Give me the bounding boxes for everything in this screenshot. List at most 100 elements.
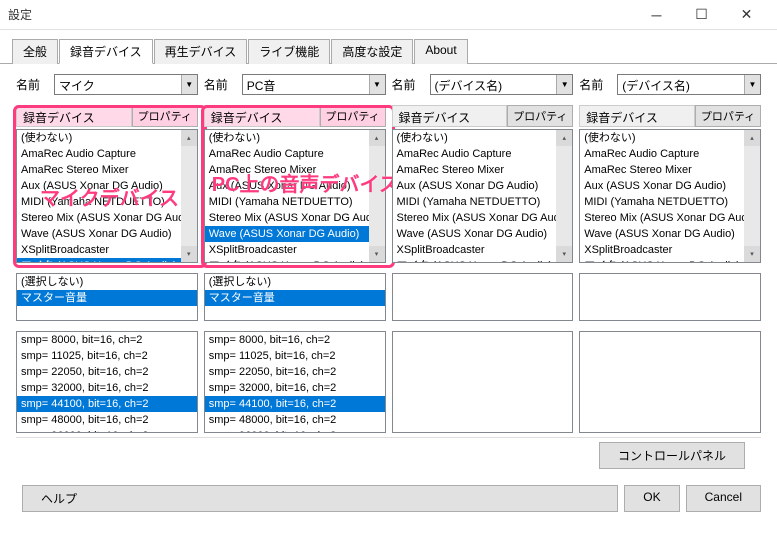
list-item[interactable]: MIDI (Yamaha NETDUETTO) [205,194,369,210]
sub-list[interactable]: (選択しない)マスター音量 [16,273,198,321]
scrollbar[interactable]: ▴▾ [744,130,760,262]
list-item[interactable]: マイク (ASUS Xonar DG Audio) [17,258,181,262]
list-item[interactable]: smp= 8000, bit=16, ch=2 [17,332,197,348]
list-item[interactable]: Wave (ASUS Xonar DG Audio) [17,226,181,242]
scroll-track[interactable] [181,146,197,246]
scroll-up-icon[interactable]: ▴ [744,130,760,146]
device-name-combo[interactable]: (デバイス名)▼ [617,74,761,95]
list-item[interactable]: マイク (ASUS Xonar DG Audio) [205,258,369,262]
scroll-down-icon[interactable]: ▾ [181,246,197,262]
scroll-track[interactable] [556,146,572,246]
list-item[interactable]: (選択しない) [205,274,385,290]
list-item[interactable]: MIDI (Yamaha NETDUETTO) [580,194,744,210]
help-button[interactable]: ヘルプ [22,485,618,512]
list-item[interactable]: smp= 22050, bit=16, ch=2 [205,364,385,380]
list-item[interactable]: Stereo Mix (ASUS Xonar DG Audio) [580,210,744,226]
control-panel-button[interactable]: コントロールパネル [599,442,745,469]
format-list[interactable] [579,331,761,433]
list-item[interactable]: XSplitBroadcaster [393,242,557,258]
list-item[interactable]: MIDI (Yamaha NETDUETTO) [393,194,557,210]
list-item[interactable]: Aux (ASUS Xonar DG Audio) [393,178,557,194]
tab-4[interactable]: 高度な設定 [331,39,413,64]
list-item[interactable]: AmaRec Stereo Mixer [205,162,369,178]
list-item[interactable]: smp= 96000, bit=16, ch=2 [205,428,385,432]
scrollbar[interactable]: ▴▾ [556,130,572,262]
list-item[interactable]: smp= 32000, bit=16, ch=2 [17,380,197,396]
sub-list[interactable] [579,273,761,321]
properties-button[interactable]: プロパティ [132,105,198,127]
list-item[interactable]: AmaRec Audio Capture [205,146,369,162]
list-item[interactable]: smp= 48000, bit=16, ch=2 [17,412,197,428]
list-item[interactable]: マスター音量 [17,290,197,306]
scrollbar[interactable]: ▴▾ [181,130,197,262]
scroll-track[interactable] [369,146,385,246]
scroll-down-icon[interactable]: ▾ [556,246,572,262]
tab-2[interactable]: 再生デバイス [154,39,248,64]
device-name-combo[interactable]: (デバイス名)▼ [430,74,574,95]
device-name-combo[interactable]: マイク▼ [54,74,198,95]
format-list[interactable]: smp= 8000, bit=16, ch=2smp= 11025, bit=1… [204,331,386,433]
list-item[interactable]: Aux (ASUS Xonar DG Audio) [17,178,181,194]
list-item[interactable]: XSplitBroadcaster [205,242,369,258]
list-item[interactable]: Aux (ASUS Xonar DG Audio) [205,178,369,194]
format-list[interactable]: smp= 8000, bit=16, ch=2smp= 11025, bit=1… [16,331,198,433]
list-item[interactable]: smp= 22050, bit=16, ch=2 [17,364,197,380]
tab-3[interactable]: ライブ機能 [248,39,330,64]
scroll-track[interactable] [744,146,760,246]
list-item[interactable]: (使わない) [17,130,181,146]
list-item[interactable]: Wave (ASUS Xonar DG Audio) [580,226,744,242]
minimize-button[interactable]: ─ [634,1,679,29]
list-item[interactable]: (選択しない) [17,274,197,290]
list-item[interactable]: Wave (ASUS Xonar DG Audio) [205,226,369,242]
tab-5[interactable]: About [414,39,467,64]
properties-button[interactable]: プロパティ [695,105,761,127]
scroll-up-icon[interactable]: ▴ [369,130,385,146]
scrollbar[interactable]: ▴▾ [369,130,385,262]
list-item[interactable]: (使わない) [393,130,557,146]
list-item[interactable]: マスター音量 [205,290,385,306]
ok-button[interactable]: OK [624,485,679,512]
list-item[interactable]: Stereo Mix (ASUS Xonar DG Audio) [393,210,557,226]
list-item[interactable]: smp= 11025, bit=16, ch=2 [205,348,385,364]
list-item[interactable]: smp= 11025, bit=16, ch=2 [17,348,197,364]
list-item[interactable]: (使わない) [580,130,744,146]
list-item[interactable]: XSplitBroadcaster [580,242,744,258]
properties-button[interactable]: プロパティ [507,105,573,127]
list-item[interactable]: smp= 96000, bit=16, ch=2 [17,428,197,432]
list-item[interactable]: smp= 44100, bit=16, ch=2 [205,396,385,412]
list-item[interactable]: マイク (ASUS Xonar DG Audio) [393,258,557,262]
list-item[interactable]: smp= 32000, bit=16, ch=2 [205,380,385,396]
scroll-up-icon[interactable]: ▴ [556,130,572,146]
list-item[interactable]: MIDI (Yamaha NETDUETTO) [17,194,181,210]
device-list[interactable]: (使わない)AmaRec Audio CaptureAmaRec Stereo … [392,129,574,263]
list-item[interactable]: AmaRec Audio Capture [393,146,557,162]
list-item[interactable]: Stereo Mix (ASUS Xonar DG Audio) [17,210,181,226]
list-item[interactable]: Stereo Mix (ASUS Xonar DG Audio) [205,210,369,226]
sub-list[interactable]: (選択しない)マスター音量 [204,273,386,321]
list-item[interactable]: Wave (ASUS Xonar DG Audio) [393,226,557,242]
device-name-combo[interactable]: PC音▼ [242,74,386,95]
list-item[interactable]: AmaRec Stereo Mixer [17,162,181,178]
scroll-down-icon[interactable]: ▾ [369,246,385,262]
device-list[interactable]: (使わない)AmaRec Audio CaptureAmaRec Stereo … [204,129,386,263]
list-item[interactable]: AmaRec Audio Capture [580,146,744,162]
list-item[interactable]: Aux (ASUS Xonar DG Audio) [580,178,744,194]
list-item[interactable]: AmaRec Stereo Mixer [580,162,744,178]
scroll-down-icon[interactable]: ▾ [744,246,760,262]
format-list[interactable] [392,331,574,433]
properties-button[interactable]: プロパティ [320,105,386,127]
list-item[interactable]: (使わない) [205,130,369,146]
list-item[interactable]: smp= 8000, bit=16, ch=2 [205,332,385,348]
tab-0[interactable]: 全般 [12,39,58,64]
list-item[interactable]: AmaRec Stereo Mixer [393,162,557,178]
cancel-button[interactable]: Cancel [686,485,761,512]
device-list[interactable]: (使わない)AmaRec Audio CaptureAmaRec Stereo … [16,129,198,263]
list-item[interactable]: XSplitBroadcaster [17,242,181,258]
tab-1[interactable]: 録音デバイス [59,39,153,64]
maximize-button[interactable]: ☐ [679,1,724,29]
device-list[interactable]: (使わない)AmaRec Audio CaptureAmaRec Stereo … [579,129,761,263]
sub-list[interactable] [392,273,574,321]
list-item[interactable]: smp= 44100, bit=16, ch=2 [17,396,197,412]
list-item[interactable]: AmaRec Audio Capture [17,146,181,162]
scroll-up-icon[interactable]: ▴ [181,130,197,146]
